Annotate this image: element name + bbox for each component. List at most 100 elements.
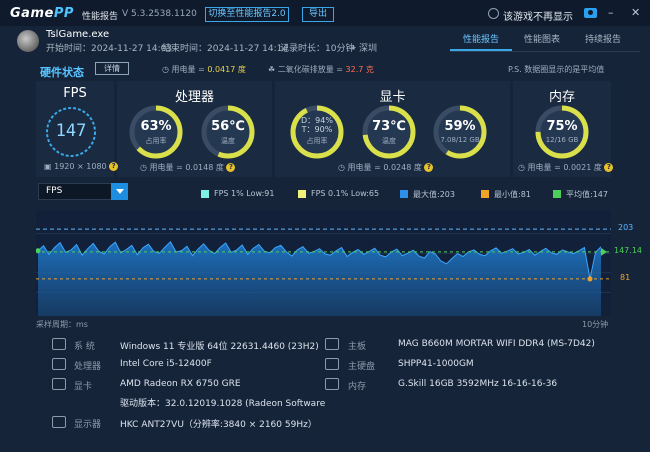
close-button[interactable]: ✕	[631, 6, 640, 19]
location-text: 深圳	[358, 44, 377, 54]
cpu-temp-value: 56℃	[211, 119, 245, 134]
legend-swatch-1pct	[201, 190, 209, 198]
board-value: MAG B660M MORTAR WIFI DDR4 (MS-7D42)	[398, 339, 595, 349]
co2-value: 32.7 克	[345, 65, 374, 74]
legend-swatch-01pct	[298, 190, 306, 198]
os-label: 系 统	[74, 342, 95, 352]
minimize-button[interactable]: –	[608, 6, 614, 19]
legend-swatch-min	[481, 190, 489, 198]
total-power: ◷ 用电量 = 0.0417 度	[162, 64, 246, 75]
cpu-temp-label: 温度	[221, 137, 235, 145]
camera-icon[interactable]	[584, 8, 597, 18]
legend-swatch-avg	[553, 190, 561, 198]
driver-version: 驱动版本：32.0.12019.1028 (Radeon Software Ad…	[120, 399, 325, 409]
tab-performance-report[interactable]: 性能报告	[451, 32, 511, 45]
end-time: 结束时间：2024-11-27 14:14	[162, 44, 289, 54]
logo-text-b: PP	[53, 6, 74, 21]
gpu-value: AMD Radeon RX 6750 GRE	[120, 379, 241, 389]
gpu-temp-label: 温度	[382, 137, 396, 145]
tab-continuous-report[interactable]: 持续报告	[573, 32, 633, 45]
sample-period: 采样周期：ms	[36, 320, 88, 329]
gpu-temp-value: 73℃	[372, 119, 406, 134]
cpu-usage-value: 63%	[140, 119, 172, 134]
cpu-usage-label: 占用率	[145, 137, 167, 145]
hardware-status-title: 硬件状态	[40, 66, 84, 79]
mem-label: 内存	[348, 382, 367, 392]
location-pin-icon: ⌖	[351, 44, 357, 54]
help-icon[interactable]: ?	[109, 162, 119, 171]
fps-title: FPS	[63, 86, 87, 101]
resolution-text: 1920 × 1080	[54, 162, 107, 171]
metric-select-value: FPS	[46, 186, 63, 196]
average-note: P.S. 数据圈显示的是平均值	[508, 65, 605, 74]
memory-power-text: 用电量 = 0.0021 度	[527, 163, 602, 172]
help-icon[interactable]: ?	[424, 163, 434, 172]
switch-report-button[interactable]: 切换至性能报告2.0	[205, 7, 289, 22]
version-text: V 5.3.2538.1120	[122, 9, 197, 19]
location: ⌖ 深圳	[351, 41, 377, 54]
disk-value: SHPP41-1000GM	[398, 359, 474, 369]
help-icon[interactable]: ?	[226, 163, 236, 172]
legend-swatch-max	[400, 190, 408, 198]
os-icon	[52, 338, 66, 350]
gpu-t-usage: T：90%	[301, 125, 333, 134]
total-power-value: 0.0417 度	[207, 65, 246, 74]
tab-divider	[450, 51, 640, 52]
help-icon[interactable]: ?	[604, 163, 614, 172]
board-label: 主板	[348, 342, 367, 352]
fps-resolution: ▣ 1920 × 1080 ?	[44, 162, 119, 171]
legend-max: 最大值:203	[413, 190, 455, 199]
gpu-power-text: 用电量 = 0.0248 度	[347, 163, 422, 172]
logo-text-a: Game	[10, 6, 54, 21]
gpu-vram-value: 59%	[444, 119, 476, 134]
legend-1pct-low: FPS 1% Low:91	[214, 189, 275, 198]
co2-emission: ☘ 二氧化碳排放量 = 32.7 克	[268, 64, 374, 75]
max-label: 203	[618, 223, 634, 233]
power-icon: ◷	[338, 163, 345, 172]
cpu-value: Intel Core i5-12400F	[120, 359, 212, 369]
mem-value: G.Skill 16GB 3592MHz 16-16-16-36	[398, 379, 558, 389]
monitor-small-icon: ▣	[44, 162, 52, 171]
game-name: TslGame.exe	[46, 29, 110, 40]
motherboard-icon	[325, 338, 339, 350]
cpu-power-text: 用电量 = 0.0148 度	[149, 163, 224, 172]
hide-game-label: 该游戏不再显示	[503, 12, 573, 23]
gpu-label: 显卡	[74, 382, 93, 392]
gpu-vram-sub: 7.08/12 GB	[440, 136, 480, 144]
total-power-label: 用电量 =	[171, 65, 208, 74]
disk-icon	[325, 358, 339, 370]
chart-duration: 10分钟	[582, 320, 609, 329]
monitor-value: HKC ANT27VU（分辨率:3840 × 2160 59Hz）	[120, 420, 317, 430]
game-icon	[17, 30, 39, 52]
export-button[interactable]: 导出	[302, 7, 334, 22]
monitor-label: 显示器	[74, 420, 102, 430]
duration: 记录时长：10分钟	[280, 44, 355, 54]
chevron-down-icon[interactable]	[111, 183, 128, 200]
memory-sub: 12/16 GB	[545, 136, 579, 144]
power-icon: ◷	[518, 163, 525, 172]
power-icon: ◷	[162, 65, 169, 74]
min-label: 81	[620, 272, 631, 282]
gpu-icon	[52, 378, 66, 390]
power-icon: ◷	[140, 163, 147, 172]
gpu-usage-label: 占用率	[306, 137, 328, 145]
fps-chart	[36, 210, 611, 316]
leaf-icon: ☘	[268, 65, 276, 74]
legend-min: 最小值:81	[494, 190, 531, 199]
co2-label: 二氧化碳排放量 =	[277, 65, 346, 74]
cpu-label: 处理器	[74, 362, 102, 372]
os-value: Windows 11 专业版 64位 22631.4460 (23H2)	[120, 342, 319, 352]
avg-label: 147.14	[614, 245, 642, 255]
tab-performance-chart[interactable]: 性能图表	[512, 32, 572, 45]
detail-button[interactable]: 详情	[95, 62, 129, 75]
cpu-icon	[52, 358, 66, 370]
cpu-power: ◷ 用电量 = 0.0148 度 ?	[140, 162, 236, 173]
memory-power: ◷ 用电量 = 0.0021 度 ?	[518, 162, 614, 173]
legend-01pct-low: FPS 0.1% Low:65	[311, 189, 380, 198]
memory-icon	[325, 378, 339, 390]
hide-game-checkbox[interactable]	[488, 8, 499, 19]
gpu-power: ◷ 用电量 = 0.0248 度 ?	[338, 162, 434, 173]
memory-value: 75%	[546, 119, 578, 134]
active-tab-indicator	[450, 49, 512, 51]
fps-value: 147	[55, 121, 87, 141]
